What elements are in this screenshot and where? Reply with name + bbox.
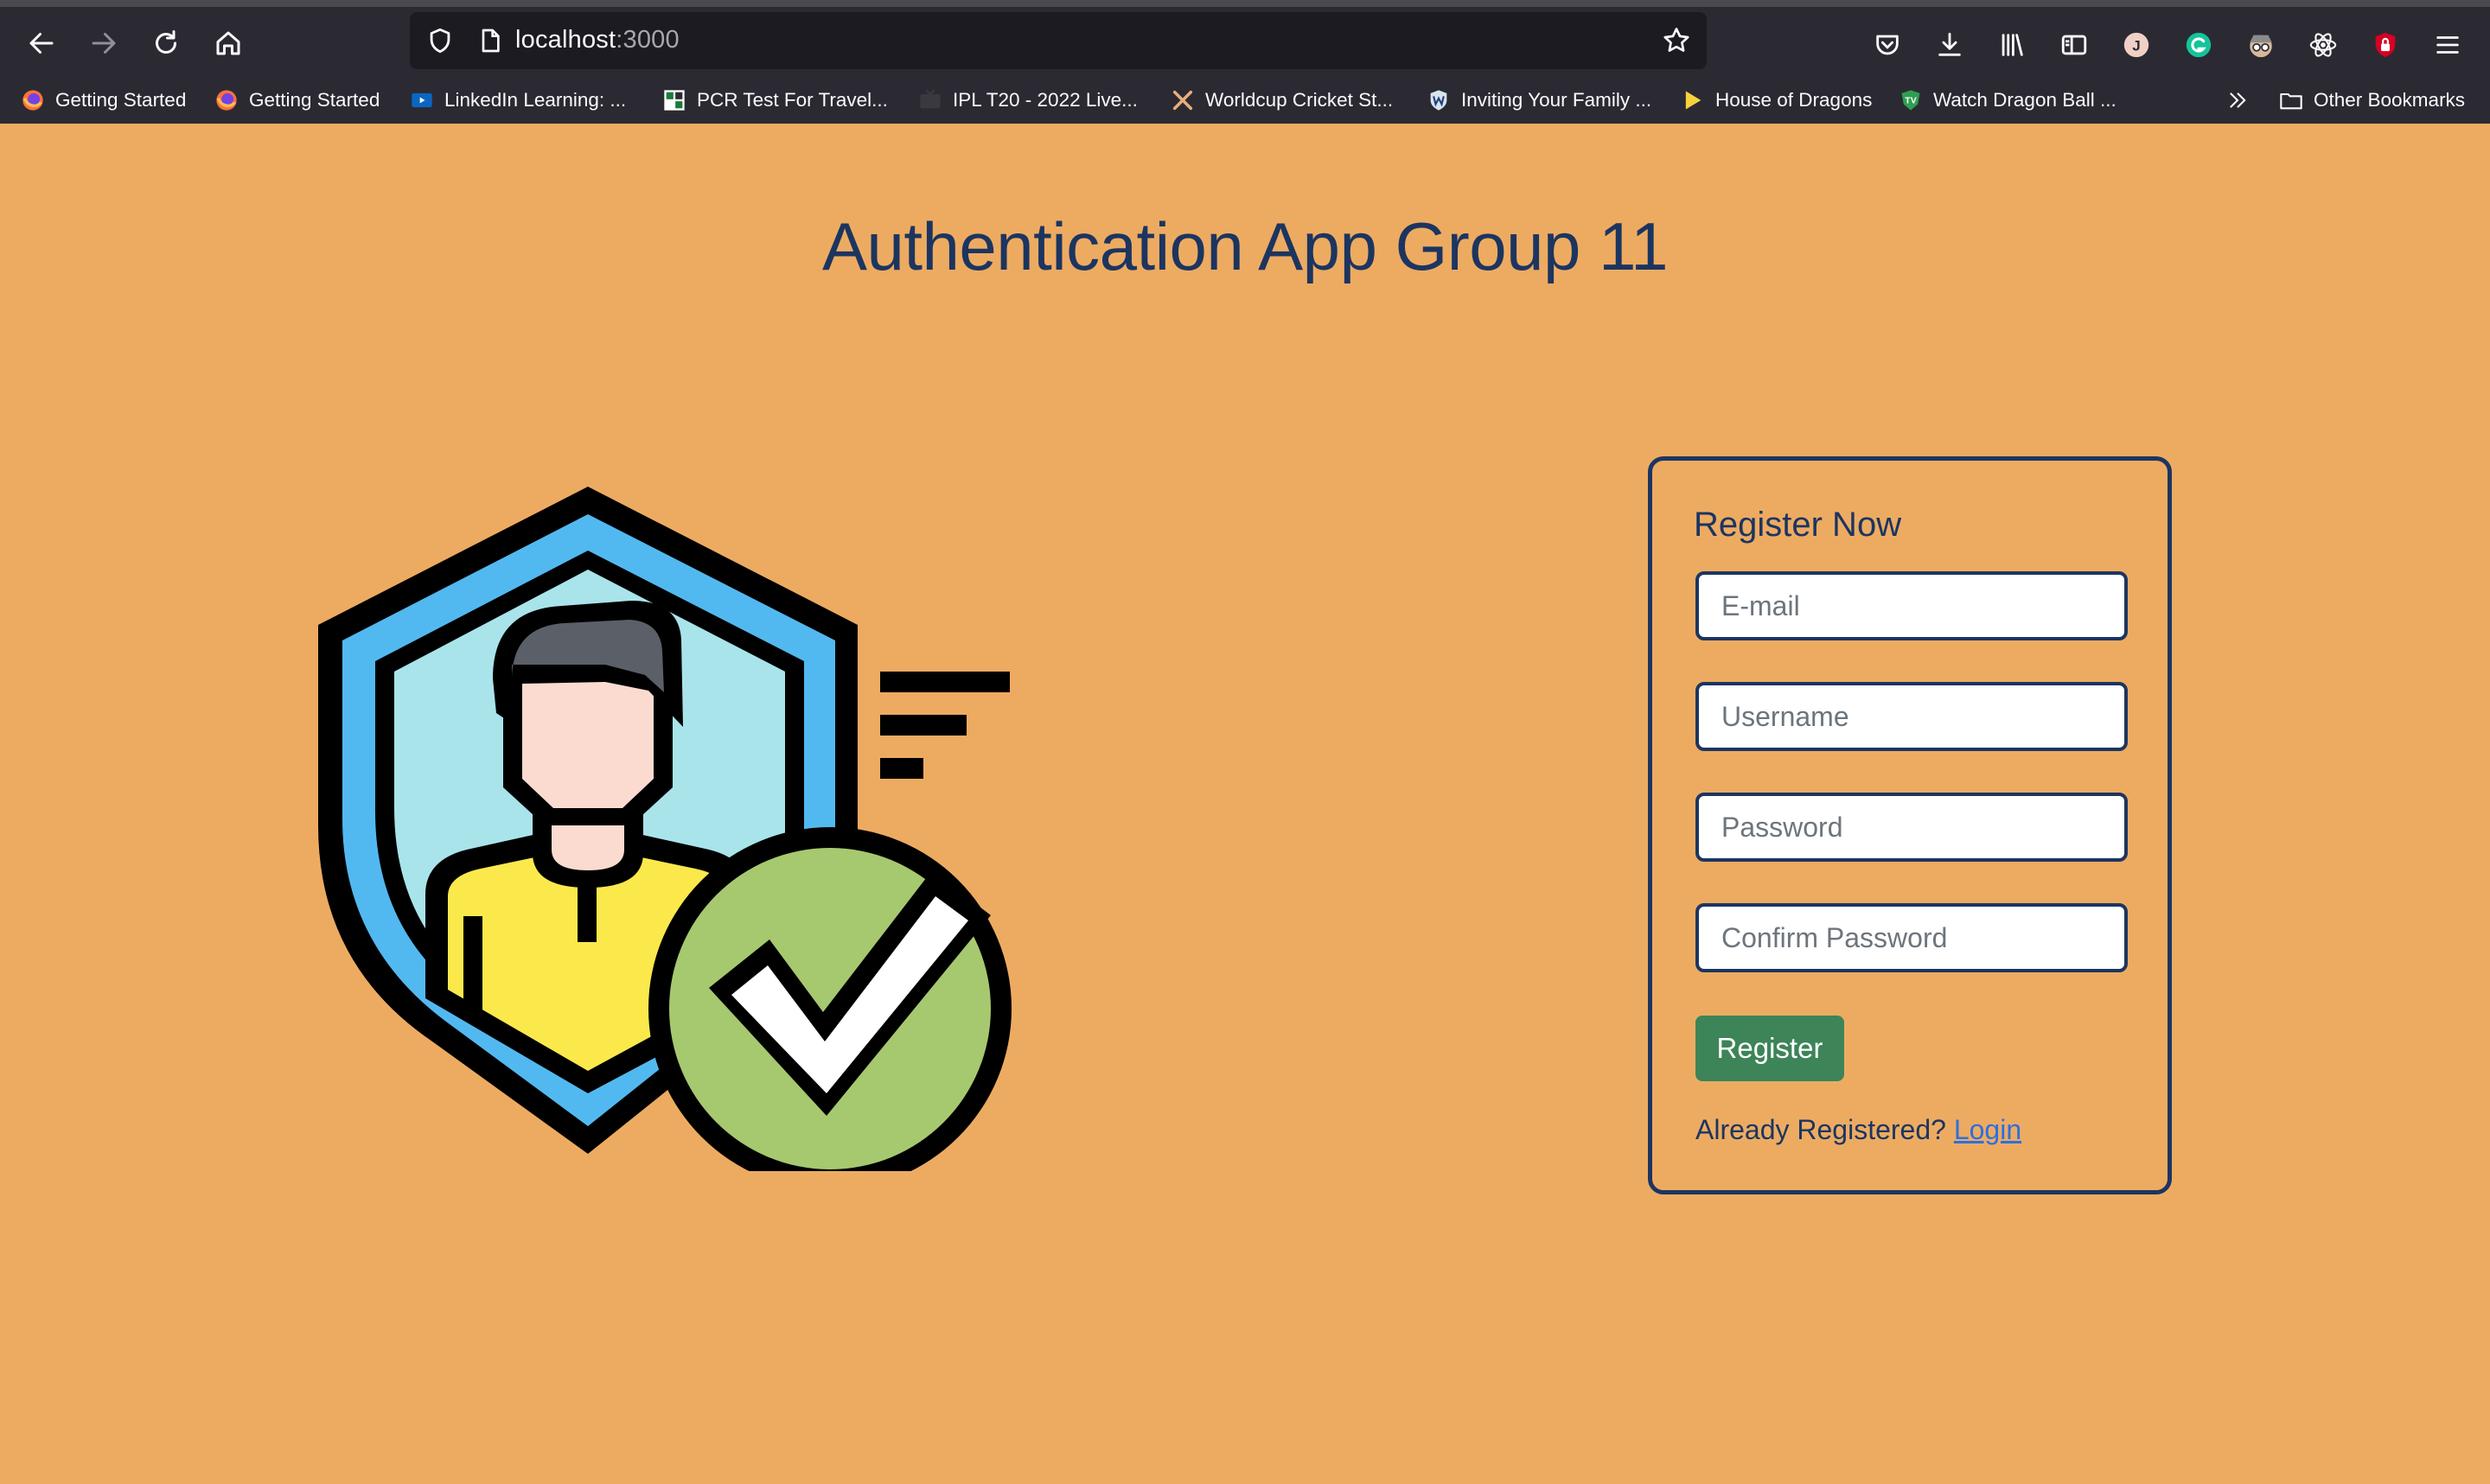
speed-lines-icon (880, 672, 1010, 779)
url-port: :3000 (616, 26, 680, 54)
svg-text:J: J (2132, 37, 2140, 54)
detective-face-icon (2250, 35, 2272, 58)
firefox-icon (21, 88, 45, 112)
firefox-icon (214, 88, 239, 112)
extension-button[interactable] (2241, 25, 2281, 65)
bookmark-item[interactable]: LinkedIn Learning: ... (410, 83, 626, 118)
browser-chrome: localhost:3000 J Getting Started Getting… (0, 0, 2490, 124)
library-icon (2002, 34, 2023, 56)
browser-toolbar: localhost:3000 J (0, 7, 2490, 78)
folder-icon (2279, 88, 2303, 112)
downloads-button[interactable] (1930, 25, 1970, 65)
bookmark-label: Worldcup Cricket St... (1205, 89, 1394, 111)
register-card: Register Now Register Already Registered… (1648, 456, 2172, 1194)
linkedin-learning-icon (410, 88, 434, 112)
bookmark-star-button[interactable] (1657, 21, 1696, 61)
already-registered-row: Already Registered? Login (1695, 1114, 2021, 1146)
other-bookmarks-folder[interactable]: Other Bookmarks (2279, 83, 2465, 118)
react-icon (2309, 33, 2337, 57)
lock-shield-icon (2375, 32, 2396, 58)
password-manager-button[interactable] (2366, 25, 2405, 65)
url-text[interactable]: localhost:3000 (515, 26, 680, 54)
address-bar[interactable]: localhost:3000 (410, 12, 1707, 69)
arrow-right-icon (92, 33, 116, 54)
arrow-left-icon (29, 33, 54, 54)
sidebar-button[interactable] (2054, 25, 2094, 65)
login-link[interactable]: Login (1954, 1114, 2021, 1145)
library-button[interactable] (1992, 25, 2032, 65)
already-registered-text: Already Registered? (1695, 1114, 1946, 1145)
double-chevron-right-icon (2225, 88, 2250, 112)
pocket-button[interactable] (1868, 25, 1907, 65)
play-icon (1681, 88, 1705, 112)
download-icon (1938, 32, 1961, 56)
tracking-protection-icon[interactable] (420, 21, 460, 61)
profile-avatar-icon: J (2123, 32, 2149, 58)
sidebar-icon (2061, 35, 2087, 55)
bookmark-item[interactable]: Inviting Your Family ... (1427, 83, 1651, 118)
pcr-site-icon (662, 88, 686, 112)
bookmark-item[interactable]: Getting Started (214, 83, 380, 118)
w-shield-icon (1427, 88, 1451, 112)
email-field[interactable] (1695, 571, 2128, 640)
react-devtools-button[interactable] (2303, 25, 2343, 65)
bookmark-label: IPL T20 - 2022 Live... (953, 89, 1138, 111)
bookmark-item[interactable]: TV Watch Dragon Ball ... (1899, 83, 2116, 118)
bookmark-label: Getting Started (249, 89, 380, 111)
bookmark-item[interactable]: Getting Started (21, 83, 186, 118)
confirm-password-field[interactable] (1695, 903, 2128, 972)
app-menu-button[interactable] (2428, 25, 2468, 65)
home-icon (216, 31, 240, 55)
bookmark-label: Watch Dragon Ball ... (1933, 89, 2116, 111)
bookmark-label: Getting Started (55, 89, 187, 111)
bookmark-label: PCR Test For Travel... (697, 89, 888, 111)
bookmarks-overflow-button[interactable] (2225, 83, 2250, 118)
hamburger-menu-icon (2436, 36, 2459, 54)
back-button[interactable] (17, 19, 66, 67)
grammarly-icon (2186, 32, 2212, 58)
page-title: Authentication App Group 11 (821, 208, 1669, 284)
svg-text:TV: TV (1905, 96, 1916, 106)
pocket-icon (1876, 35, 1899, 55)
bookmark-label: Inviting Your Family ... (1461, 89, 1652, 111)
bookmark-item[interactable]: PCR Test For Travel... (662, 83, 888, 118)
reload-icon (156, 30, 176, 54)
grammarly-button[interactable] (2179, 25, 2219, 65)
bookmark-item[interactable]: House of Dragons (1681, 83, 1872, 118)
bookmark-item[interactable]: IPL T20 - 2022 Live... (918, 83, 1138, 118)
user-verified-shield-illustration (318, 487, 1012, 1171)
username-field[interactable] (1695, 682, 2128, 751)
other-bookmarks-label: Other Bookmarks (2314, 89, 2466, 111)
password-field[interactable] (1695, 793, 2128, 862)
bookmark-item[interactable]: Worldcup Cricket St... (1171, 83, 1393, 118)
window-top-edge (0, 0, 2490, 7)
reload-button[interactable] (142, 19, 190, 67)
forward-button[interactable] (80, 19, 128, 67)
bookmark-label: House of Dragons (1715, 89, 1873, 111)
star-icon (1663, 28, 1689, 52)
crossed-bats-icon (1171, 88, 1195, 112)
tv-icon (918, 88, 942, 112)
account-button[interactable]: J (2116, 25, 2156, 65)
register-button[interactable]: Register (1695, 1016, 1844, 1081)
register-heading: Register Now (1694, 506, 1902, 544)
bookmarks-toolbar: Getting Started Getting Started LinkedIn… (0, 78, 2490, 124)
bookmark-label: LinkedIn Learning: ... (444, 89, 627, 111)
home-button[interactable] (204, 19, 252, 67)
tv-shield-icon: TV (1899, 88, 1923, 112)
url-host: localhost (515, 26, 616, 54)
page-info-icon[interactable] (470, 21, 510, 61)
